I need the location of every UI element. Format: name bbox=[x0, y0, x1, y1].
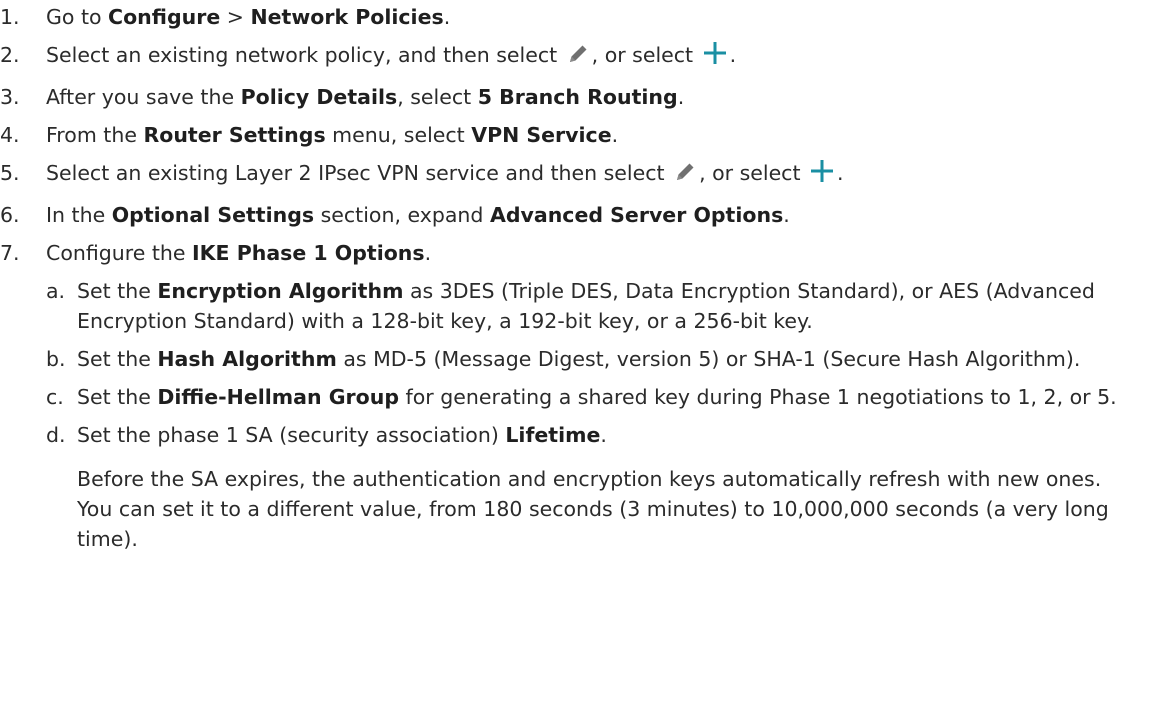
step-text: . bbox=[424, 241, 432, 265]
substep-text: Set the bbox=[77, 347, 158, 371]
step-number: 2. bbox=[0, 43, 20, 67]
step-text: Select an existing network policy, and t… bbox=[46, 43, 564, 67]
ui-branch-routing: 5 Branch Routing bbox=[477, 85, 678, 109]
step-text: , select bbox=[397, 85, 478, 109]
substep-d: d. Set the phase 1 SA (security associat… bbox=[46, 420, 1157, 554]
step-text: From the bbox=[46, 123, 144, 147]
step-number: 7. bbox=[0, 241, 20, 265]
substep-text: Set the phase 1 SA (security association… bbox=[77, 423, 506, 447]
step-number: 4. bbox=[0, 123, 20, 147]
step-text: . bbox=[837, 161, 844, 185]
substeps: a. Set the Encryption Algorithm as 3DES … bbox=[46, 276, 1176, 554]
substep-text: as MD-5 (Message Digest, version 5) or S… bbox=[336, 347, 1081, 371]
substep-letter: d. bbox=[46, 423, 66, 447]
step-text: , or select bbox=[699, 161, 808, 185]
step-text: Go to bbox=[46, 5, 109, 29]
step-text: After you save the bbox=[46, 85, 241, 109]
step-text: In the bbox=[46, 203, 112, 227]
step-number: 3. bbox=[0, 85, 20, 109]
step-1: 1. Go to Configure > Network Policies. bbox=[0, 2, 1176, 32]
menu-network-policies: Network Policies bbox=[250, 5, 444, 29]
procedure-steps: 1. Go to Configure > Network Policies. 2… bbox=[0, 2, 1176, 562]
substep-letter: c. bbox=[46, 385, 64, 409]
step-text: . bbox=[443, 5, 451, 29]
plus-icon bbox=[702, 40, 728, 74]
step-text: > bbox=[220, 5, 251, 29]
step-text: . bbox=[677, 85, 685, 109]
ui-advanced-server-options: Advanced Server Options bbox=[489, 203, 784, 227]
step-text: . bbox=[783, 203, 790, 227]
step-number: 6. bbox=[0, 203, 20, 227]
substep-a: a. Set the Encryption Algorithm as 3DES … bbox=[46, 276, 1157, 336]
substep-b: b. Set the Hash Algorithm as MD-5 (Messa… bbox=[46, 344, 1157, 374]
ui-lifetime: Lifetime bbox=[505, 423, 601, 447]
ui-ike-phase-1-options: IKE Phase 1 Options bbox=[192, 241, 425, 265]
step-4: 4. From the Router Settings menu, select… bbox=[0, 120, 1176, 150]
pencil-icon bbox=[566, 42, 590, 74]
step-6: 6. In the Optional Settings section, exp… bbox=[0, 200, 1176, 230]
ui-router-settings: Router Settings bbox=[143, 123, 326, 147]
step-5: 5. Select an existing Layer 2 IPsec VPN … bbox=[0, 158, 1176, 192]
step-text: menu, select bbox=[325, 123, 472, 147]
ui-encryption-algorithm: Encryption Algorithm bbox=[157, 279, 404, 303]
step-7: 7. Configure the IKE Phase 1 Options. a.… bbox=[0, 238, 1176, 554]
step-3: 3. After you save the Policy Details, se… bbox=[0, 82, 1176, 112]
ui-vpn-service: VPN Service bbox=[471, 123, 612, 147]
substep-text: . bbox=[600, 423, 607, 447]
step-text: . bbox=[729, 43, 737, 67]
step-text: section, expand bbox=[314, 203, 490, 227]
substep-letter: b. bbox=[46, 347, 66, 371]
step-number: 5. bbox=[0, 161, 20, 185]
step-number: 1. bbox=[0, 5, 20, 29]
substep-letter: a. bbox=[46, 279, 66, 303]
document-page: 1. Go to Configure > Network Policies. 2… bbox=[0, 0, 1176, 717]
substep-text: Set the bbox=[77, 385, 158, 409]
ui-diffie-hellman-group: Diffie-Hellman Group bbox=[157, 385, 399, 409]
substep-c: c. Set the Diffie-Hellman Group for gene… bbox=[46, 382, 1157, 412]
pencil-icon bbox=[673, 160, 697, 192]
lifetime-note: Before the SA expires, the authenticatio… bbox=[77, 467, 1109, 551]
plus-icon bbox=[809, 158, 835, 192]
step-text: . bbox=[611, 123, 619, 147]
substep-text: Set the bbox=[77, 279, 158, 303]
step-2: 2. Select an existing network policy, an… bbox=[0, 40, 1176, 74]
ui-policy-details: Policy Details bbox=[240, 85, 398, 109]
step-text: , or select bbox=[591, 43, 700, 67]
substep-text: for generating a shared key during Phase… bbox=[399, 385, 1117, 409]
ui-optional-settings: Optional Settings bbox=[111, 203, 315, 227]
step-text: Configure the bbox=[46, 241, 193, 265]
menu-configure: Configure bbox=[108, 5, 221, 29]
step-text: Select an existing Layer 2 IPsec VPN ser… bbox=[46, 161, 672, 185]
ui-hash-algorithm: Hash Algorithm bbox=[157, 347, 337, 371]
